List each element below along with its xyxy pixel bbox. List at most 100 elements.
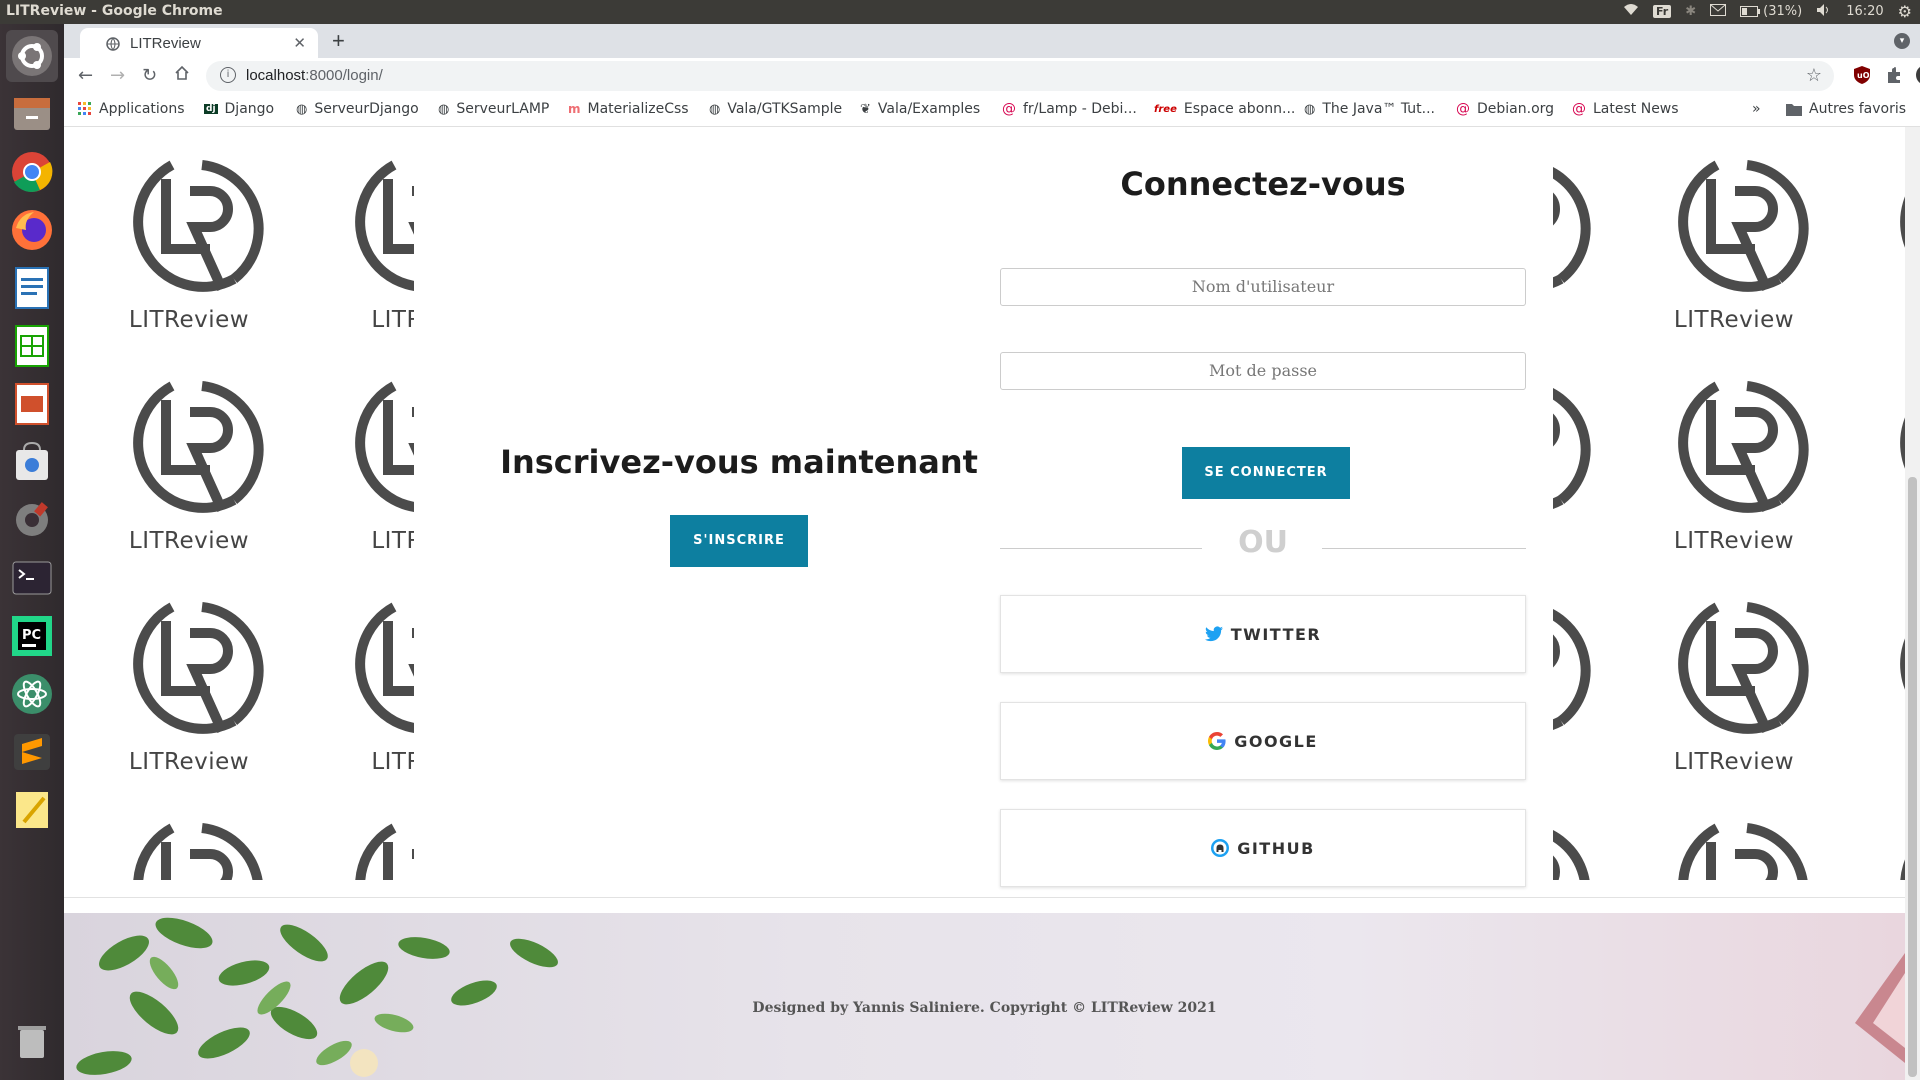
chrome-menu-icon[interactable]: ⋮	[1886, 64, 1904, 85]
url-text[interactable]: localhost:8000/login/	[246, 67, 383, 84]
bookmark-vala-gtksample[interactable]: ◍ Vala/GTKSample	[709, 101, 842, 117]
launcher-writer[interactable]	[6, 262, 58, 314]
page-scrollbar[interactable]	[1905, 127, 1920, 1080]
litreview-logo-mark	[1900, 859, 1905, 880]
scrollbar-thumb[interactable]	[1908, 477, 1917, 1077]
bookmark-label: Espace abonn...	[1183, 101, 1296, 117]
debian-swirl-icon: @	[1456, 101, 1470, 117]
bookmark-label: fr/Lamp - Debi...	[1023, 101, 1137, 117]
mail-icon[interactable]	[1710, 3, 1727, 20]
login-button[interactable]: SE CONNECTER	[1182, 447, 1350, 499]
bookmark-label: ServeurLAMP	[456, 101, 550, 117]
bookmarks-overflow-button[interactable]: »	[1752, 101, 1761, 117]
launcher-chrome[interactable]	[6, 146, 58, 198]
reload-button[interactable]: ↻	[142, 65, 157, 86]
bookmark-applications[interactable]: Applications	[78, 101, 185, 117]
bookmark-star-icon[interactable]: ☆	[1806, 65, 1822, 86]
clock[interactable]: 16:20	[1846, 4, 1883, 19]
launcher-dash-home[interactable]	[6, 30, 58, 82]
litreview-logo-text: L	[1861, 749, 1905, 775]
litreview-logo-text: L	[1861, 528, 1905, 554]
litreview-logo-tile: LITReview	[94, 593, 284, 793]
keyboard-layout[interactable]: Fr	[1652, 5, 1672, 18]
litreview-logo-tile: w	[1553, 593, 1611, 793]
home-button[interactable]	[174, 65, 190, 86]
sublime-text-icon	[14, 734, 50, 770]
google-icon	[1208, 732, 1226, 750]
litreview-logo-mark	[355, 602, 414, 733]
bookmark-espace-abonne[interactable]: free Espace abonn...	[1154, 101, 1295, 117]
google-login-button[interactable]: GOOGLE	[1000, 702, 1526, 780]
pycharm-icon: PC	[12, 616, 52, 656]
launcher-software[interactable]	[6, 436, 58, 488]
site-info-icon[interactable]: i	[220, 67, 236, 83]
bookmark-materializecss[interactable]: m MaterializeCss	[568, 101, 689, 117]
tab-search-icon[interactable]: ▾	[1894, 33, 1910, 49]
tab-litreview[interactable]: LITReview ✕	[80, 28, 318, 58]
litreview-logo-mark	[1678, 381, 1809, 513]
volume-icon[interactable]	[1816, 3, 1832, 21]
launcher-terminal[interactable]	[6, 552, 58, 604]
launcher-impress[interactable]	[6, 378, 58, 430]
bookmark-label: Autres favoris	[1809, 101, 1907, 117]
launcher-pycharm[interactable]: PC	[6, 610, 58, 662]
litreview-logo-mark	[1553, 167, 1591, 288]
litreview-logo-mark	[355, 381, 414, 512]
settings-gear-icon[interactable]: ⚙	[1898, 2, 1912, 21]
apps-grid-icon	[78, 102, 91, 115]
bookmark-serveurdjango[interactable]: ◍ ServeurDjango	[296, 101, 419, 117]
profile-avatar[interactable]	[1916, 65, 1920, 85]
bookmark-fr-lamp[interactable]: @ fr/Lamp - Debi...	[1002, 101, 1137, 117]
launcher-text-editor[interactable]	[6, 784, 58, 836]
bookmark-java-tutorials[interactable]: ◍ The Java™ Tut...	[1304, 101, 1435, 117]
vala-icon: ❦	[860, 101, 871, 117]
litreview-logo-tile: L	[1861, 814, 1905, 880]
debian-swirl-icon: @	[1572, 101, 1586, 117]
globe-icon: ◍	[709, 101, 721, 117]
bluetooth-icon[interactable]: ✱	[1685, 4, 1696, 19]
battery-indicator[interactable]: (31%)	[1740, 4, 1802, 19]
litreview-logo-text: LITReview	[128, 528, 250, 554]
chrome-icon	[12, 152, 53, 192]
twitter-login-button[interactable]: TWITTER	[1000, 595, 1526, 673]
bookmark-vala-examples[interactable]: ❦ Vala/Examples	[860, 101, 980, 117]
close-tab-icon[interactable]: ✕	[293, 34, 306, 52]
litreview-logo-tile: LITReview	[94, 372, 284, 572]
svg-text:PC: PC	[22, 628, 41, 643]
username-field[interactable]: Nom d'utilisateur	[1000, 268, 1526, 306]
address-bar[interactable]: i localhost:8000/login/ ☆	[206, 61, 1834, 91]
overflow-chevron: »	[1752, 101, 1761, 117]
footer-copyright: Designed by Yannis Saliniere. Copyright …	[752, 1000, 1217, 1016]
bookmark-serveurlamp[interactable]: ◍ ServeurLAMP	[438, 101, 549, 117]
launcher-settings[interactable]	[6, 494, 58, 546]
github-label: GITHUB	[1237, 838, 1315, 858]
other-bookmarks-folder[interactable]: Autres favoris	[1786, 101, 1906, 117]
new-tab-button[interactable]: +	[332, 28, 345, 54]
bookmarks-bar: Applications dj Django ◍ ServeurDjango ◍…	[64, 94, 1920, 127]
logo-pattern-left: LITReview LITRev LITReview LITRev LITReview L…	[94, 127, 414, 880]
system-tray: Fr ✱ (31%) 16:20 ⚙	[1623, 2, 1912, 21]
launcher-atom[interactable]	[6, 668, 58, 720]
wifi-icon[interactable]	[1623, 3, 1639, 21]
separator-line-right	[1322, 548, 1526, 549]
bookmark-latest-news[interactable]: @ Latest News	[1572, 101, 1679, 117]
launcher-calc[interactable]	[6, 320, 58, 372]
launcher-firefox[interactable]	[6, 204, 58, 256]
url-path: :8000/login/	[305, 67, 383, 84]
bookmark-label: Vala/GTKSample	[727, 101, 843, 117]
launcher-trash[interactable]	[6, 1014, 58, 1066]
launcher-sublime[interactable]	[6, 726, 58, 778]
firefox-icon	[12, 210, 52, 250]
launcher-files[interactable]	[6, 88, 58, 140]
signup-button[interactable]: S'INSCRIRE	[670, 515, 808, 567]
litreview-logo-text: w	[1553, 749, 1611, 775]
bookmark-django[interactable]: dj Django	[204, 101, 274, 117]
password-field[interactable]: Mot de passe	[1000, 352, 1526, 390]
litreview-logo-text: LITReview	[1673, 307, 1795, 333]
back-button[interactable]: ←	[78, 65, 93, 86]
bookmark-label: Django	[224, 101, 275, 117]
ublock-extension-icon[interactable]: uO	[1852, 65, 1872, 85]
github-login-button[interactable]: GITHUB	[1000, 809, 1526, 887]
bookmark-debian-org[interactable]: @ Debian.org	[1456, 101, 1554, 117]
forward-button[interactable]: →	[110, 65, 125, 86]
